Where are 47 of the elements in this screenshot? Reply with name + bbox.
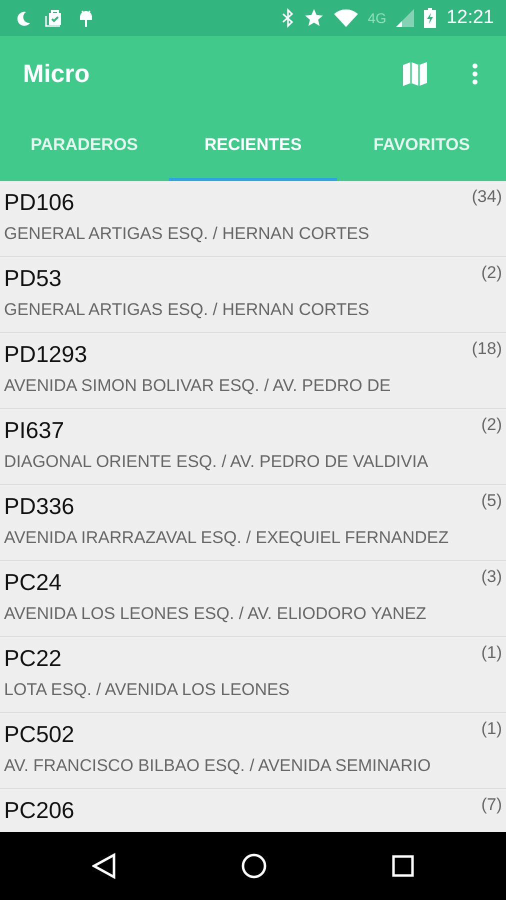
visit-count: (1) [481,719,502,739]
stop-list-item[interactable]: PD106 (34) GENERAL ARTIGAS ESQ. / HERNAN CORTES [0,181,506,257]
stop-code: PD336 [4,493,74,520]
stop-code: PD106 [4,189,74,216]
network-type: 4G [368,10,386,26]
stop-code: PC502 [4,721,74,748]
stop-list-item[interactable]: PD336 (5) AVENIDA IRARRAZAVAL ESQ. / EXEQUIEL FERNANDEZ [0,485,506,561]
stop-code: PC206 [4,797,74,824]
home-icon[interactable] [240,853,267,879]
stop-list-item[interactable]: PC502 (1) AV. FRANCISCO BILBAO ESQ. / AVENIDA SEMINARIO [0,713,506,789]
stop-list-item[interactable]: PI637 (2) DIAGONAL ORIENTE ESQ. / AV. PEDRO DE VALDIVIA [0,409,506,485]
moon-icon [16,10,32,26]
visit-count: (2) [481,263,502,283]
stop-code: PI637 [4,417,64,444]
stop-address: GENERAL ARTIGAS ESQ. / HERNAN CORTES [4,300,370,320]
clock: 12:21 [446,7,494,29]
stop-list-item[interactable]: PD1293 (18) AVENIDA SIMON BOLIVAR ESQ. / AV. PEDRO DE [0,333,506,409]
battery-charging-icon [424,8,436,28]
visit-count: (34) [472,187,502,207]
wifi-icon [334,9,358,27]
stop-list-item[interactable]: PC22 (1) LOTA ESQ. / AVENIDA LOS LEONES [0,637,506,713]
recents-icon[interactable] [392,855,414,877]
visit-count: (7) [481,795,502,815]
stop-address: AV. FRANCISCO BILBAO ESQ. / AVENIDA SEMINARIO [4,756,432,776]
star-icon [304,8,324,28]
stop-address: AVENIDA LOS LEONES ESQ. / AV. ELIODORO YANEZ [4,604,428,624]
stop-list-item[interactable]: PC24 (3) AVENIDA LOS LEONES ESQ. / AV. ELIODORO YANEZ [0,561,506,637]
stop-code: PD1293 [4,341,88,368]
visit-count: (2) [481,415,502,435]
stop-code: PD53 [4,265,62,292]
stop-list-item[interactable]: PD53 (2) GENERAL ARTIGAS ESQ. / HERNAN CORTES [0,257,506,333]
stop-address: LOTA ESQ. / AVENIDA LOS LEONES [4,680,291,700]
visit-count: (1) [481,643,502,663]
stop-code: PC24 [4,569,62,596]
visit-count: (3) [481,567,502,587]
bluetooth-icon [282,8,294,28]
stop-address: DIAGONAL ORIENTE ESQ. / AV. PEDRO DE VALDIVIA [4,452,430,472]
stop-code: PC22 [4,645,62,672]
android-icon [78,8,94,28]
visit-count: (5) [481,491,502,511]
stop-address: AVENIDA IRARRAZAVAL ESQ. / EXEQUIEL FERNANDEZ [4,528,450,548]
signal-icon [396,9,414,27]
stop-address: GENERAL ARTIGAS ESQ. / HERNAN CORTES [4,224,370,244]
app-title: Micro [23,60,90,88]
visit-count: (18) [472,339,502,359]
stop-address: AVENIDA SIMON BOLIVAR ESQ. / AV. PEDRO DE [4,376,392,396]
back-icon[interactable] [92,853,116,879]
